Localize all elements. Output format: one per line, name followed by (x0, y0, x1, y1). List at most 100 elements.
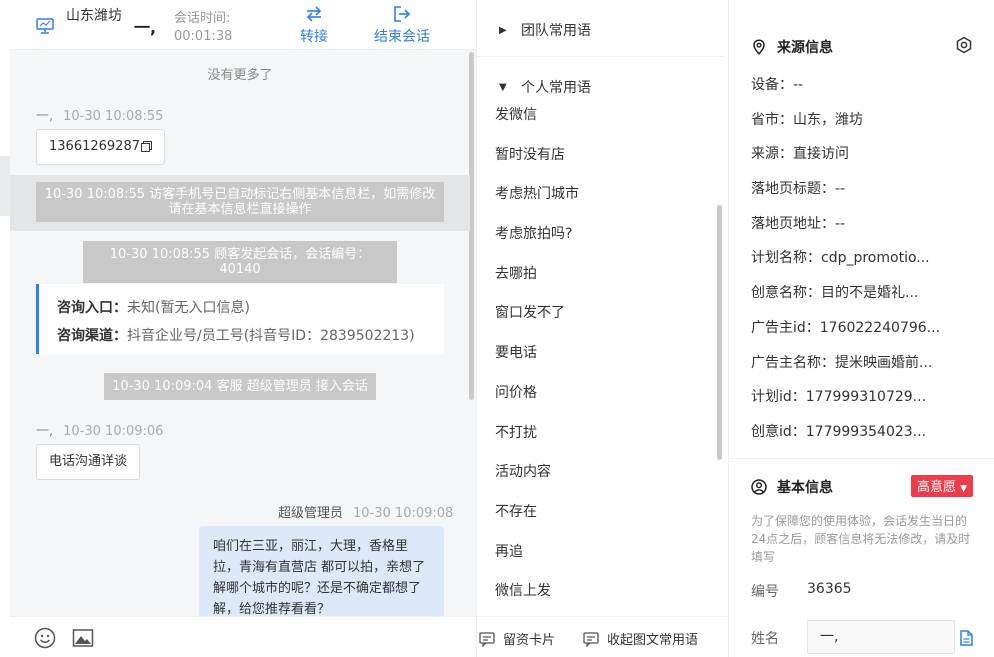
consult-channel-row: 咨询渠道：抖音企业号/员工号(抖音号ID：2839502213) (57, 322, 444, 350)
phrase-item[interactable]: 再追 (495, 533, 579, 573)
message-meta: 一, 10-30 10:08:55 (36, 105, 163, 124)
session-start-notice: 10-30 10:08:55 顾客发起会话，会话编号：40140 (83, 241, 397, 283)
chat-header: 山东潍坊 一, 会话时间: 00:01:38 转接 结束会话 (10, 0, 476, 50)
phrase-scrollbar[interactable] (717, 205, 722, 460)
collapse-phrases-button[interactable]: 收起图文常用语 (583, 629, 698, 648)
settings-icon[interactable] (955, 36, 973, 54)
lead-card-button[interactable]: 留资卡片 (479, 629, 555, 648)
consult-channel-value: 抖音企业号/员工号(抖音号ID：2839502213) (127, 328, 415, 344)
lead-card-label: 留资卡片 (503, 633, 556, 648)
consult-entry-row: 咨询入口：未知(暂无入口信息) (57, 294, 444, 322)
transfer-button[interactable]: 转接 (300, 5, 328, 46)
consult-channel-key: 咨询渠道： (57, 328, 127, 344)
no-more-history: 没有更多了 (207, 68, 273, 83)
phrase-item[interactable]: 考虑热门城市 (495, 175, 579, 215)
common-phrases-panel: ▶ 团队常用语 ▼ 个人常用语 发微信 暂时没有店 考虑热门城市 考虑旅拍吗? … (476, 0, 728, 616)
personal-phrases-group[interactable]: ▼ 个人常用语 (499, 77, 591, 97)
message-icon (583, 631, 599, 647)
incoming-message-bubble[interactable]: 电话沟通详谈 (36, 444, 141, 480)
phrase-item[interactable]: 考虑旅拍吗? (495, 215, 579, 255)
card-icon (479, 631, 495, 647)
phrase-list: 发微信 暂时没有店 考虑热门城市 考虑旅拍吗? 去哪拍 窗口发不了 要电话 问价… (495, 96, 579, 612)
visitor-city: 山东潍坊 (66, 8, 122, 24)
info-row-plan-name: 计划名称：cdp_promotio... (751, 250, 930, 267)
logout-icon (394, 6, 411, 22)
phrase-item[interactable]: 窗口发不了 (495, 294, 579, 334)
info-row-advertiser-id: 广告主id：176022240796... (751, 319, 941, 336)
info-row-province: 省市：山东，潍坊 (751, 111, 863, 128)
info-row-device: 设备：-- (751, 77, 804, 93)
user-circle-icon (751, 479, 767, 495)
monitor-icon (36, 18, 54, 34)
consult-entry-key: 咨询入口： (57, 300, 127, 316)
personal-phrases-label: 个人常用语 (521, 80, 591, 96)
phrase-toolbar: 留资卡片 收起图文常用语 (476, 616, 728, 657)
info-row-landing-url: 落地页地址：-- (751, 215, 846, 232)
source-info-label: 来源信息 (777, 40, 833, 56)
customer-info-panel: 来源信息 设备：-- 省市：山东，潍坊 来源：直接访问 落地页标题：-- 落地页… (728, 0, 994, 657)
team-phrases-label: 团队常用语 (521, 23, 591, 39)
phrase-item[interactable]: 发微信 (495, 96, 579, 136)
basic-info-title: 基本信息 (751, 477, 833, 497)
phrase-item[interactable]: 暂时没有店 (495, 136, 579, 176)
source-info-rows: 设备：-- 省市：山东，潍坊 来源：直接访问 落地页标题：-- 落地页地址：--… (751, 68, 991, 450)
sender-name: 超级管理员 (278, 506, 344, 521)
divider (729, 458, 994, 459)
info-row-source: 来源：直接访问 (751, 146, 849, 163)
sender-name: 一, (36, 109, 54, 124)
agent-join-notice: 10-30 10:09:04 客服 超级管理员 接入会话 (104, 373, 376, 400)
phrase-item[interactable]: 要电话 (495, 334, 579, 374)
customer-name-input[interactable]: 一, (807, 620, 955, 654)
customer-id-label: 编号 (751, 584, 779, 600)
copy-icon[interactable] (140, 141, 152, 152)
outgoing-message-bubble[interactable]: 咱们在三亚，丽江，大理，香格里拉，青海有直营店 都可以拍，亲想了解哪个城市的呢？… (199, 526, 444, 616)
edit-deadline-notice: 为了保障您的使用体验，会话发生当日的24点之后，顾客信息将无法修改，请及时填写 (751, 514, 971, 564)
phrase-item[interactable]: 去哪拍 (495, 255, 579, 295)
session-time-value: 00:01:38 (174, 29, 233, 44)
session-time-label: 会话时间: (174, 11, 231, 26)
message-time: 10-30 10:08:55 (63, 109, 164, 124)
visitor-name: 一, (134, 18, 157, 37)
caret-right-icon: ▶ (499, 24, 507, 36)
message-time: 10-30 10:09:06 (63, 424, 164, 439)
info-row-creative-name: 创意名称：目的不是婚礼... (751, 285, 919, 302)
message-text: 13661269287 (49, 139, 140, 154)
intent-level-label: 高意愿 (917, 480, 957, 495)
intent-level-dropdown[interactable]: 高意愿 ▼ (911, 475, 974, 497)
team-phrases-group[interactable]: ▶ 团队常用语 (499, 20, 591, 40)
left-edge-strip (0, 156, 10, 216)
phrase-item[interactable]: 不存在 (495, 493, 579, 533)
chat-toolbar (10, 616, 476, 657)
consult-channel-card: 咨询入口：未知(暂无入口信息) 咨询渠道：抖音企业号/员工号(抖音号ID：283… (36, 284, 444, 354)
message-text: 电话沟通详谈 (49, 454, 128, 469)
phrase-item[interactable]: 不打扰 (495, 414, 579, 454)
customer-name-label: 姓名 (751, 631, 779, 647)
info-row-creative-id: 创意id：177999354023... (751, 423, 927, 440)
message-time: 10-30 10:09:08 (353, 506, 454, 521)
chat-message-area[interactable]: 没有更多了 一, 10-30 10:08:55 13661269287 10-30… (10, 50, 476, 616)
message-meta: 超级管理员 10-30 10:09:08 (278, 502, 453, 521)
phrase-item[interactable]: 问价格 (495, 374, 579, 414)
source-info-title: 来源信息 (751, 37, 833, 57)
incoming-message-bubble[interactable]: 13661269287 (36, 129, 165, 165)
info-row-advertiser-name: 广告主名称：提米映画婚前... (751, 354, 933, 371)
image-icon[interactable] (72, 627, 94, 649)
system-notice-pill: 10-30 10:08:55 访客手机号已自动标记右侧基本信息栏，如需修改请在基… (36, 182, 444, 222)
emoji-icon[interactable] (34, 627, 56, 649)
document-icon[interactable] (959, 630, 973, 646)
basic-info-label: 基本信息 (777, 480, 833, 496)
phrase-item[interactable]: 活动内容 (495, 453, 579, 493)
transfer-icon (306, 6, 322, 22)
phrase-item[interactable]: 微信上发 (495, 572, 579, 612)
caret-down-icon: ▼ (960, 484, 968, 494)
info-row-plan-id: 计划id：177999310729... (751, 389, 927, 406)
info-row-landing-title: 落地页标题：-- (751, 181, 846, 198)
divider (477, 56, 723, 57)
customer-id-value: 36365 (807, 581, 852, 597)
location-pin-icon (753, 39, 765, 55)
consult-entry-value: 未知(暂无入口信息) (127, 300, 250, 316)
end-session-label: 结束会话 (374, 29, 430, 45)
end-session-button[interactable]: 结束会话 (374, 5, 430, 46)
sender-name: 一, (36, 424, 54, 439)
message-meta: 一, 10-30 10:09:06 (36, 420, 163, 439)
